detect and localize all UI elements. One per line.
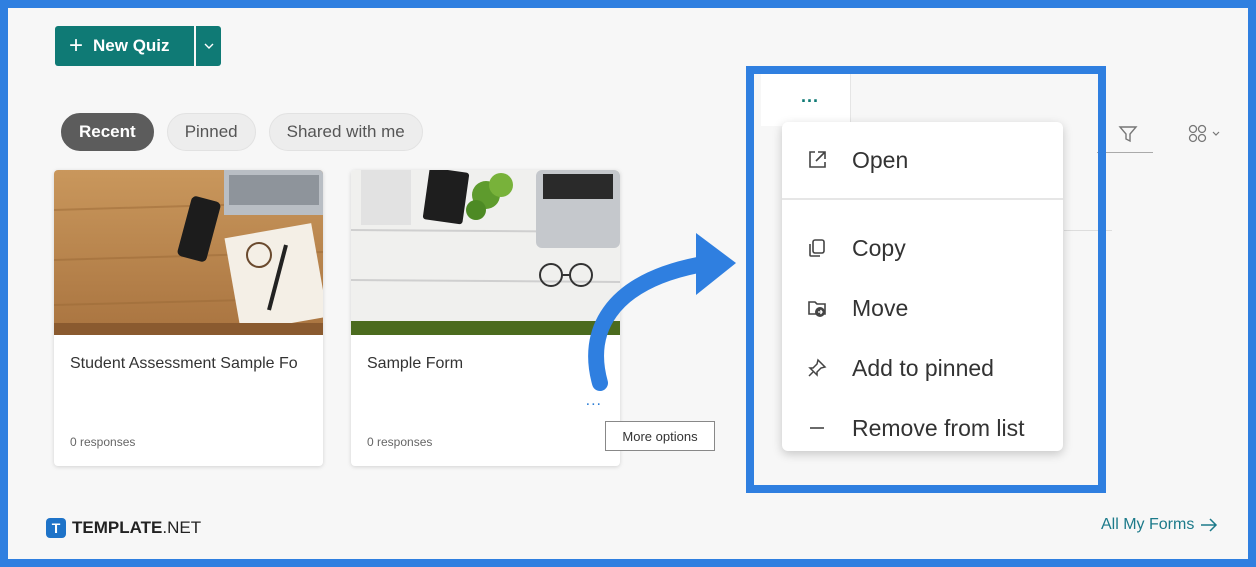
filter-tabs: Recent Pinned Shared with me [61,113,423,151]
menu-item-move[interactable]: Move [782,283,1063,333]
open-external-icon [806,149,828,171]
copy-icon [806,237,828,259]
grid-view-icon [1188,124,1207,143]
menu-item-label: Copy [852,234,906,261]
chevron-down-icon [204,43,213,49]
brand-mark: T [46,518,66,538]
all-my-forms-link[interactable]: All My Forms [1101,516,1218,534]
card-title: Student Assessment Sample Fo [70,355,298,372]
curved-arrow-icon [588,233,736,391]
menu-separator [782,198,1063,200]
menu-item-add-to-pinned[interactable]: Add to pinned [782,343,1063,393]
arrow-right-icon [1201,518,1218,532]
menu-item-label: Add to pinned [852,354,994,381]
filter-icon[interactable] [1118,124,1138,144]
brand-text: TEMPLATE.NET [72,518,202,537]
new-quiz-label: New Quiz [93,36,170,55]
tab-recent[interactable]: Recent [61,113,154,151]
menu-item-label: Remove from list [852,414,1025,441]
menu-item-copy[interactable]: Copy [782,223,1063,273]
chevron-down-icon [1212,131,1220,136]
more-options-menu: Open Copy Move Add to pinned Remove from… [782,122,1063,451]
menu-item-label: Move [852,294,909,321]
move-icon [806,297,828,319]
all-my-forms-label: All My Forms [1101,516,1195,533]
tab-shared-with-me[interactable]: Shared with me [268,113,423,151]
new-quiz-button[interactable]: + New Quiz [55,26,194,66]
plus-icon: + [69,32,84,59]
menu-item-open[interactable]: Open [782,135,1063,185]
new-quiz-split-button: + New Quiz [55,26,221,66]
card-responses: 0 responses [70,435,136,449]
card-thumbnail-desk [54,170,323,335]
minus-icon [806,417,828,439]
card-more-options-button[interactable]: ... [586,392,602,410]
menu-item-label: Open [852,146,909,173]
form-card-student-assessment[interactable]: Student Assessment Sample Fo 0 responses [54,170,323,466]
new-quiz-dropdown-button[interactable] [196,26,221,66]
pin-icon [806,357,828,379]
app-frame: + New Quiz Recent Pinned Shared with me [8,8,1248,559]
card-responses: 0 responses [367,435,433,449]
template-net-logo: T TEMPLATE.NET [46,518,201,538]
more-options-tooltip: More options [605,421,715,451]
tab-pinned[interactable]: Pinned [166,113,256,151]
menu-item-remove-from-list[interactable]: Remove from list [782,403,1063,453]
view-toggle-button[interactable] [1188,124,1220,144]
